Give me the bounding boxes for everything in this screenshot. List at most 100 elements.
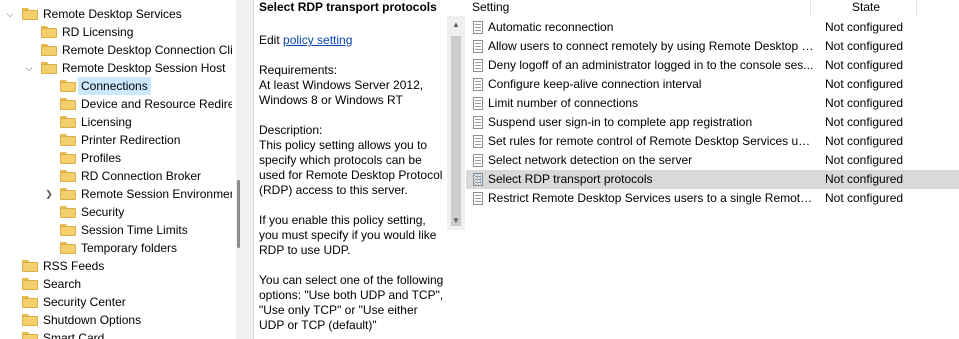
setting-row[interactable]: Select network detection on the server N… xyxy=(466,151,959,170)
setting-state: Not configured xyxy=(825,153,904,167)
setting-row[interactable]: Configure keep-alive connection interval… xyxy=(466,75,959,94)
folder-icon xyxy=(22,260,38,272)
setting-row[interactable]: Automatic reconnection Not configured xyxy=(466,18,959,37)
requirements-label: Requirements: xyxy=(259,63,338,77)
setting-row[interactable]: Set rules for remote control of Remote D… xyxy=(466,132,959,151)
tree-item-label: Device and Resource Redirec xyxy=(81,97,232,111)
folder-icon xyxy=(60,242,76,254)
folder-icon xyxy=(60,152,76,164)
column-header-setting[interactable]: Setting xyxy=(472,0,811,16)
tree-item-label: Licensing xyxy=(81,115,132,129)
setting-state: Not configured xyxy=(825,96,904,110)
tree-item-rd-connection-broker[interactable]: RD Connection Broker xyxy=(0,167,232,185)
chevron-down-icon[interactable]: ⌵ xyxy=(23,59,35,77)
tree-item-label: Remote Desktop Services xyxy=(43,7,182,21)
folder-icon xyxy=(60,206,76,218)
settings-scrollbar[interactable]: ▲ ▼ xyxy=(447,16,465,230)
tree-item-label: Profiles xyxy=(81,151,122,165)
tree-scrollbar-thumb[interactable] xyxy=(237,180,240,248)
edit-prefix: Edit xyxy=(259,33,284,47)
setting-row[interactable]: Limit number of connections Not configur… xyxy=(466,94,959,113)
tree-item-temporary-folders[interactable]: Temporary folders xyxy=(0,239,232,257)
folder-icon xyxy=(22,332,38,339)
policy-title: Select RDP transport protocols xyxy=(259,0,437,14)
tree-item-label: Remote Desktop Session Host xyxy=(62,61,226,75)
description-paragraph-2: If you enable this policy setting, you m… xyxy=(259,213,437,257)
setting-row[interactable]: Suspend user sign-in to complete app reg… xyxy=(466,113,959,132)
tree-item-security[interactable]: Security xyxy=(0,203,232,221)
policy-setting-icon xyxy=(473,173,483,186)
tree-item-remote-session-environment[interactable]: ❯ Remote Session Environmen xyxy=(0,185,232,203)
column-header-state[interactable]: State xyxy=(816,0,917,16)
edit-policy-line: Edit policy setting xyxy=(259,33,444,48)
setting-name: Set rules for remote control of Remote D… xyxy=(488,134,816,148)
chevron-right-icon[interactable]: ❯ xyxy=(43,185,55,203)
setting-state: Not configured xyxy=(825,77,904,91)
tree-item-session-time-limits[interactable]: Session Time Limits xyxy=(0,221,232,239)
requirements-text: At least Windows Server 2012, Windows 8 … xyxy=(259,78,424,107)
tree-item-label: Temporary folders xyxy=(81,241,178,255)
setting-name: Deny logoff of an administrator logged i… xyxy=(488,58,814,72)
chevron-down-icon[interactable]: ⌵ xyxy=(4,5,16,23)
tree-item-rss-feeds[interactable]: RSS Feeds xyxy=(0,257,232,275)
tree-item-device-and-resource-redirection[interactable]: Device and Resource Redirec xyxy=(0,95,232,113)
tree-item-connections[interactable]: Connections xyxy=(0,77,232,95)
tree-item-label: Shutdown Options xyxy=(43,313,142,327)
tree-item-label: Search xyxy=(43,277,82,291)
description-paragraph-1: This policy setting allows you to specif… xyxy=(259,138,443,197)
tree-item-label: RD Connection Broker xyxy=(81,169,202,183)
tree-item-remote-desktop-services[interactable]: ⌵ Remote Desktop Services xyxy=(0,5,232,23)
policy-setting-icon xyxy=(473,97,483,110)
scroll-down-arrow-icon[interactable]: ▼ xyxy=(447,212,465,230)
folder-icon xyxy=(60,224,76,236)
setting-state: Not configured xyxy=(825,172,904,186)
folder-icon xyxy=(60,188,76,200)
tree-item-remote-desktop-connection-client[interactable]: Remote Desktop Connection Cli xyxy=(0,41,232,59)
tree-item-licensing[interactable]: Licensing xyxy=(0,113,232,131)
tree-item-label: Printer Redirection xyxy=(81,133,181,147)
policy-setting-icon xyxy=(473,40,483,53)
folder-icon xyxy=(22,278,38,290)
tree-item-profiles[interactable]: Profiles xyxy=(0,149,232,167)
folder-icon xyxy=(60,134,76,146)
edit-policy-setting-link[interactable]: policy setting xyxy=(283,33,352,47)
folder-icon xyxy=(41,62,57,74)
setting-name: Restrict Remote Desktop Services users t… xyxy=(488,191,816,205)
policy-setting-icon xyxy=(473,192,483,205)
navigation-tree[interactable]: ⌵ Remote Desktop Services RD Licensing R… xyxy=(0,0,232,339)
tree-item-printer-redirection[interactable]: Printer Redirection xyxy=(0,131,232,149)
setting-row[interactable]: Allow users to connect remotely by using… xyxy=(466,37,959,56)
setting-row-selected[interactable]: Select RDP transport protocols Not confi… xyxy=(466,170,959,189)
setting-name: Automatic reconnection xyxy=(488,20,614,34)
policy-setting-icon xyxy=(473,21,483,34)
scroll-up-arrow-icon[interactable]: ▲ xyxy=(447,16,465,34)
policy-setting-icon xyxy=(473,135,483,148)
folder-icon xyxy=(60,170,76,182)
folder-icon xyxy=(60,98,76,110)
tree-item-label: RD Licensing xyxy=(62,25,134,39)
folder-icon xyxy=(60,116,76,128)
description-pane: Select RDP transport protocols Edit poli… xyxy=(253,0,447,339)
folder-icon xyxy=(22,8,38,20)
tree-item-label: Remote Session Environmen xyxy=(81,187,232,201)
description-label: Description: xyxy=(259,123,323,137)
setting-row[interactable]: Restrict Remote Desktop Services users t… xyxy=(466,189,959,208)
setting-state: Not configured xyxy=(825,58,904,72)
setting-state: Not configured xyxy=(825,134,904,148)
setting-state: Not configured xyxy=(825,115,904,129)
policy-setting-icon xyxy=(473,116,483,129)
tree-item-smart-card[interactable]: Smart Card xyxy=(0,329,232,339)
tree-item-label: Smart Card xyxy=(43,331,105,339)
tree-item-label: Security Center xyxy=(43,295,126,309)
tree-item-rd-licensing[interactable]: RD Licensing xyxy=(0,23,232,41)
tree-item-security-center[interactable]: Security Center xyxy=(0,293,232,311)
tree-item-label: Connections xyxy=(78,77,151,95)
folder-icon xyxy=(60,80,76,92)
tree-item-search[interactable]: Search xyxy=(0,275,232,293)
setting-row[interactable]: Deny logoff of an administrator logged i… xyxy=(466,56,959,75)
pane-splitter[interactable] xyxy=(241,0,253,339)
tree-item-shutdown-options[interactable]: Shutdown Options xyxy=(0,311,232,329)
settings-scrollbar-thumb[interactable] xyxy=(451,36,461,226)
folder-icon xyxy=(41,26,57,38)
tree-item-remote-desktop-session-host[interactable]: ⌵ Remote Desktop Session Host xyxy=(0,59,232,77)
